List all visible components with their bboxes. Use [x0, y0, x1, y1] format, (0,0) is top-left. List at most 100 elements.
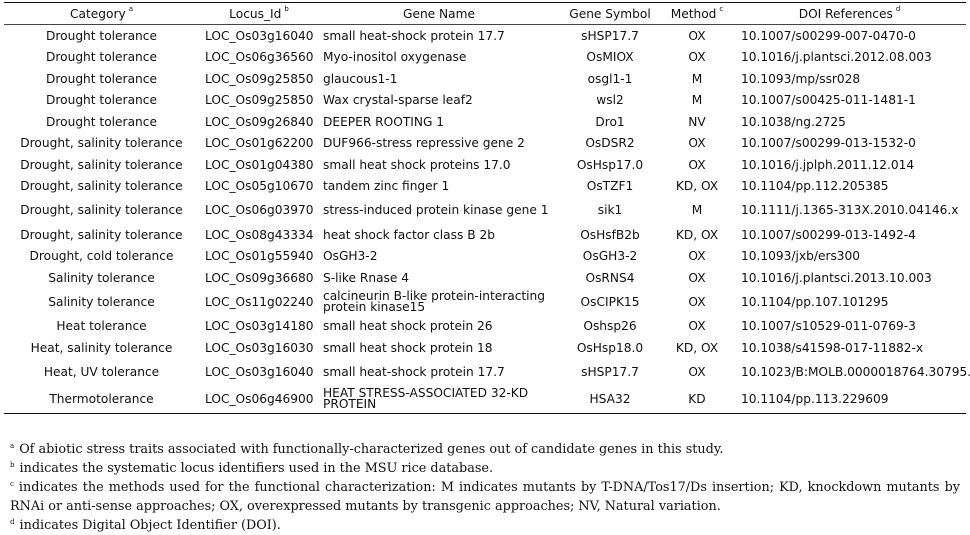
cell-method: OX [688, 294, 706, 309]
cell-category: Salinity tolerance [48, 294, 155, 309]
cell-category: Drought, salinity tolerance [20, 203, 183, 218]
cell-gene-symbol: sHSP17.7 [581, 28, 639, 43]
table-row: Heat, UV tolerance LOC_Os03g16040 small he… [4, 359, 970, 386]
table-header-row: Category a Locus_Id b Gene Name Gene Symbol Me… [4, 2, 966, 25]
column-header-label: Gene Symbol [569, 6, 651, 21]
column-header: DOI References d [733, 3, 966, 25]
cell-method: NV [688, 114, 706, 129]
table-row: Drought tolerance LOC_Os09g25850 glaucous1… [4, 68, 966, 90]
cell-gene-symbol: OsTZF1 [586, 179, 634, 194]
cell-gene-symbol: osgl1-1 [587, 71, 633, 86]
cell-doi: 10.1007/s00299-013-1532-0 [741, 136, 916, 151]
cell-method: OX [688, 50, 706, 65]
table-row: Heat tolerance LOC_Os03g14180 small heat s… [4, 316, 966, 338]
table-row: Heat, salinity tolerance LOC_Os03g16030 sm… [4, 337, 966, 359]
cell-gene-name: heat shock factor class B 2b [323, 227, 495, 242]
cell-gene-name: Wax crystal-sparse leaf2 [323, 93, 473, 108]
table-row: Drought tolerance LOC_Os06g36560 Myo-inosi… [4, 47, 966, 69]
cell-method: KD, OX [675, 227, 719, 242]
cell-gene-name: small heat shock proteins 17.0 [323, 157, 511, 172]
cell-gene-symbol: OsDSR2 [585, 136, 635, 151]
cell-gene-name: DEEPER ROOTING 1 [323, 114, 445, 129]
column-header-label: Locus_Id [229, 6, 282, 21]
cell-category: Drought, salinity tolerance [20, 227, 183, 242]
table-row: Drought, salinity tolerance LOC_Os05g1067… [4, 176, 966, 198]
table-row: Drought tolerance LOC_Os09g25850 Wax cryst… [4, 90, 966, 112]
cell-locus-id: LOC_Os06g46900 [205, 391, 314, 406]
table-row: Drought, salinity tolerance LOC_Os01g0438… [4, 154, 966, 176]
cell-category: Drought, salinity tolerance [20, 157, 183, 172]
cell-category: Thermotolerance [49, 391, 154, 406]
cell-gene-symbol: OsRNS4 [585, 270, 635, 285]
cell-category: Salinity tolerance [48, 270, 155, 285]
cell-gene-symbol: OsMIOX [586, 50, 634, 65]
table-row: Drought tolerance LOC_Os09g26840 DEEPER RO… [4, 111, 966, 133]
column-header: Gene Symbol [559, 3, 661, 25]
cell-gene-name: small heat-shock protein 17.7 [323, 364, 505, 379]
cell-gene-name: small heat shock protein 26 [323, 319, 493, 334]
cell-gene-symbol: wsl2 [596, 93, 624, 108]
footnote-text: Of abiotic stress traits associated with… [19, 442, 724, 457]
cell-method: KD [688, 391, 706, 406]
column-header-label: Gene Name [403, 6, 475, 21]
gene-table: Category a Locus_Id b Gene Name Gene Symbol Me… [4, 2, 970, 414]
cell-doi: 10.1104/pp.112.205385 [741, 179, 889, 194]
cell-gene-name: Myo-inositol oxygenase [323, 50, 467, 65]
cell-locus-id: LOC_Os06g36560 [205, 50, 314, 65]
cell-locus-id: LOC_Os11g02240 [205, 294, 314, 309]
cell-locus-id: LOC_Os01g55940 [205, 249, 314, 264]
column-header: Gene Name [319, 3, 559, 25]
cell-category: Drought tolerance [46, 28, 157, 43]
footnote-marker: c [719, 4, 724, 13]
table-row: Drought, cold tolerance LOC_Os01g55940 OsG… [4, 246, 966, 268]
table-row: Drought, salinity tolerance LOC_Os06g0397… [4, 197, 966, 224]
cell-category: Drought, salinity tolerance [20, 136, 183, 151]
footnote-text: indicates the methods used for the funct… [10, 480, 960, 514]
cell-category: Heat tolerance [56, 319, 147, 334]
column-header: Category a [4, 3, 199, 25]
cell-gene-name: calcineurin B-like protein-interacting p… [323, 289, 546, 314]
footnote-marker: d [10, 518, 15, 526]
cell-gene-symbol: OsHsfB2b [580, 227, 640, 242]
cell-doi: 10.1007/s10529-011-0769-3 [741, 319, 916, 334]
cell-method: M [691, 71, 703, 86]
cell-locus-id: LOC_Os01g62200 [205, 136, 314, 151]
cell-category: Drought tolerance [46, 50, 157, 65]
column-header-label: DOI References [798, 6, 893, 21]
cell-category: Heat, UV tolerance [43, 364, 160, 379]
cell-method: OX [688, 364, 706, 379]
cell-locus-id: LOC_Os06g03970 [205, 203, 314, 218]
cell-method: OX [688, 136, 706, 151]
column-header: Locus_Id b [199, 3, 319, 25]
footnote-marker: b [284, 4, 289, 13]
cell-locus-id: LOC_Os03g14180 [205, 319, 314, 334]
cell-doi: 10.1038/s41598-017-11882-x [741, 340, 924, 355]
table-row: Drought, salinity tolerance LOC_Os01g6220… [4, 133, 966, 155]
cell-doi: 10.1007/s00425-011-1481-1 [741, 93, 916, 108]
cell-locus-id: LOC_Os09g36680 [205, 270, 314, 285]
cell-locus-id: LOC_Os03g16040 [205, 28, 314, 43]
cell-doi: 10.1016/j.jplph.2011.12.014 [741, 157, 915, 172]
footnote-marker: b [10, 461, 15, 469]
cell-locus-id: LOC_Os09g26840 [205, 114, 314, 129]
cell-gene-symbol: sik1 [597, 203, 623, 218]
cell-gene-symbol: Dro1 [595, 114, 625, 129]
footnote-marker: c [10, 480, 14, 488]
table-row: Salinity tolerance LOC_Os11g02240 calcineu… [4, 289, 966, 316]
cell-method: OX [688, 319, 706, 334]
cell-method: KD, OX [675, 340, 719, 355]
cell-method: OX [688, 28, 706, 43]
cell-doi: 10.1016/j.plantsci.2012.08.003 [741, 50, 932, 65]
cell-doi: 10.1104/pp.107.101295 [741, 294, 889, 309]
cell-gene-symbol: HSA32 [589, 391, 631, 406]
table-row: Drought, salinity tolerance LOC_Os08g4333… [4, 224, 966, 246]
cell-gene-symbol: OsHsp17.0 [576, 157, 644, 172]
cell-doi: 10.1007/s00299-013-1492-4 [741, 227, 916, 242]
cell-gene-symbol: Oshsp26 [583, 319, 637, 334]
footnote: b indicates the systematic locus identifi… [10, 459, 960, 478]
cell-doi: 10.1111/j.1365-313X.2010.04146.x [741, 203, 959, 218]
footnote-marker: a [128, 4, 133, 13]
cell-gene-name: HEAT STRESS-ASSOCIATED 32-KD PROTEIN [323, 386, 529, 411]
cell-method: M [691, 93, 703, 108]
cell-gene-name: tandem zinc finger 1 [323, 179, 450, 194]
